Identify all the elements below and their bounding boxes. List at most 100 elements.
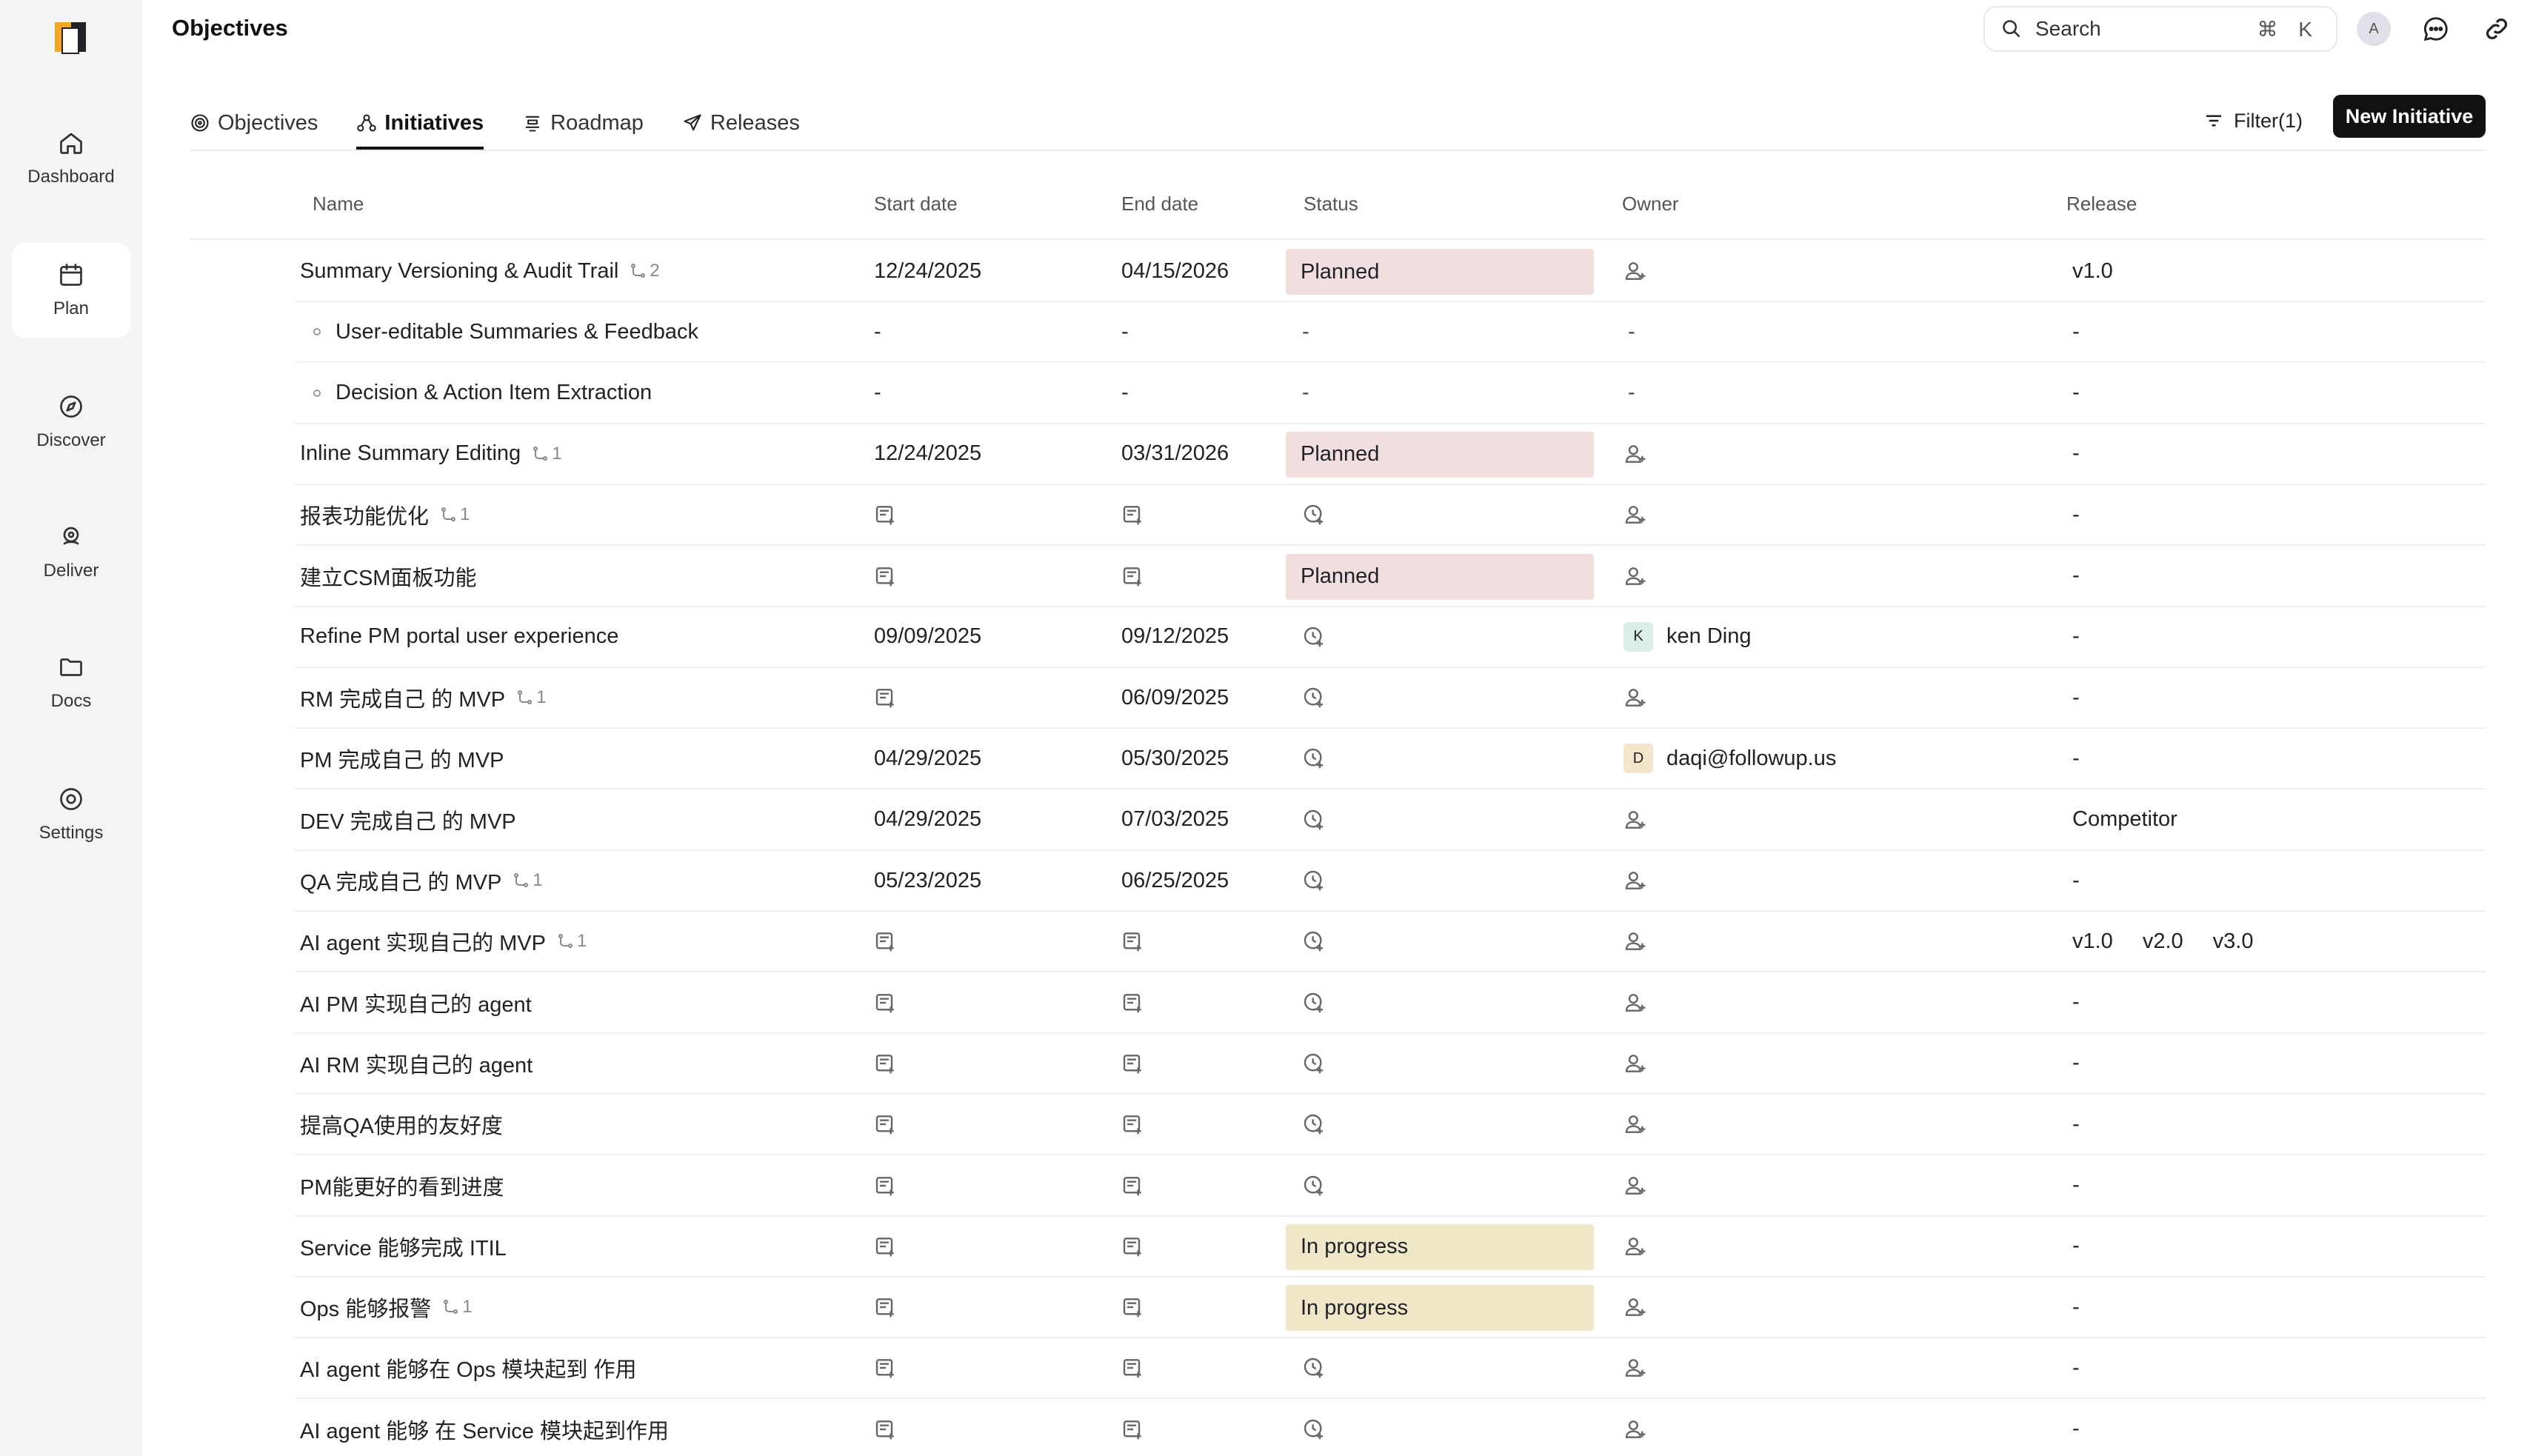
initiative-name[interactable]: Service 能够完成 ITIL: [300, 1231, 507, 1262]
table-row[interactable]: AI PM 实现自己的 agent -: [295, 973, 2486, 1034]
end-date-cell[interactable]: [1121, 1034, 1145, 1093]
add-date-icon[interactable]: [1121, 1112, 1145, 1136]
release-cell[interactable]: -: [2072, 1095, 2109, 1154]
tab-objectives[interactable]: Objectives: [190, 96, 318, 150]
add-date-icon[interactable]: [1121, 564, 1145, 588]
start-date-cell[interactable]: [874, 547, 898, 606]
status-cell[interactable]: -: [1302, 302, 1309, 361]
subitem-count[interactable]: 1: [531, 444, 562, 464]
status-cell[interactable]: [1302, 973, 1326, 1032]
end-date-cell[interactable]: [1121, 485, 1145, 544]
initiative-name[interactable]: 报表功能优化: [300, 499, 429, 530]
end-date-cell[interactable]: [1121, 912, 1145, 971]
table-row[interactable]: 建立CSM面板功能 Planned -: [295, 547, 2486, 607]
table-row[interactable]: 报表功能优化 1 -: [295, 485, 2486, 547]
add-status-icon[interactable]: [1302, 1052, 1326, 1075]
search-box[interactable]: Search ⌘ K: [1983, 6, 2337, 52]
status-cell[interactable]: [1302, 1095, 1326, 1154]
column-header-release[interactable]: Release: [2066, 193, 2137, 216]
start-date-cell[interactable]: [874, 668, 898, 727]
add-status-icon[interactable]: [1302, 1356, 1326, 1380]
add-date-icon[interactable]: [874, 929, 898, 953]
owner-cell[interactable]: [1623, 1338, 1647, 1397]
add-date-icon[interactable]: [874, 686, 898, 709]
start-date-cell[interactable]: 04/29/2025: [874, 790, 981, 849]
end-date-cell[interactable]: [1121, 1338, 1145, 1397]
add-status-icon[interactable]: [1302, 625, 1326, 649]
release-cell[interactable]: -: [2072, 424, 2109, 484]
add-date-icon[interactable]: [874, 1052, 898, 1075]
end-date-cell[interactable]: [1121, 973, 1145, 1032]
add-status-icon[interactable]: [1302, 991, 1326, 1015]
release-cell[interactable]: -: [2072, 1400, 2109, 1456]
end-date-cell[interactable]: -: [1121, 302, 1129, 361]
subitem-count[interactable]: 1: [439, 504, 470, 525]
initiative-name-cell[interactable]: AI PM 实现自己的 agent: [300, 973, 532, 1032]
add-owner-icon[interactable]: [1623, 1295, 1647, 1319]
initiative-name[interactable]: Inline Summary Editing: [300, 441, 521, 466]
end-date-cell[interactable]: 06/25/2025: [1121, 851, 1229, 910]
table-row[interactable]: User-editable Summaries & Feedback - - - - -: [295, 302, 2486, 364]
add-date-icon[interactable]: [1121, 1295, 1145, 1319]
initiative-name[interactable]: AI RM 实现自己的 agent: [300, 1048, 533, 1079]
sidebar-item-settings[interactable]: Settings: [12, 767, 130, 862]
add-owner-icon[interactable]: [1623, 686, 1647, 709]
status-badge[interactable]: Planned: [1286, 553, 1594, 600]
add-date-icon[interactable]: [874, 1235, 898, 1258]
subitem-count[interactable]: 2: [629, 261, 660, 281]
initiative-name[interactable]: PM能更好的看到进度: [300, 1170, 504, 1201]
initiative-name-cell[interactable]: RM 完成自己 的 MVP 1: [300, 668, 546, 727]
status-badge[interactable]: In progress: [1286, 1223, 1594, 1270]
status-cell[interactable]: [1302, 1034, 1326, 1093]
end-date-cell[interactable]: [1121, 1217, 1145, 1276]
end-date-cell[interactable]: 07/03/2025: [1121, 790, 1229, 849]
column-header-end-date[interactable]: End date: [1121, 193, 1198, 216]
end-date-cell[interactable]: [1121, 1095, 1145, 1154]
table-row[interactable]: PM能更好的看到进度 -: [295, 1156, 2486, 1217]
subitem-count[interactable]: 1: [556, 931, 587, 952]
subitem-count[interactable]: 1: [515, 687, 546, 708]
status-cell[interactable]: [1302, 607, 1326, 667]
owner-cell[interactable]: [1623, 1278, 1647, 1337]
add-date-icon[interactable]: [874, 991, 898, 1015]
initiative-name-cell[interactable]: QA 完成自己 的 MVP 1: [300, 851, 543, 910]
table-row[interactable]: AI agent 实现自己的 MVP 1 v1.0 v2.0 v3.0: [295, 912, 2486, 973]
table-row[interactable]: Summary Versioning & Audit Trail 2 12/24/2…: [295, 241, 2486, 302]
table-row[interactable]: AI agent 能够在 Ops 模块起到 作用 -: [295, 1338, 2486, 1400]
add-date-icon[interactable]: [874, 564, 898, 588]
start-date-cell[interactable]: 12/24/2025: [874, 241, 981, 301]
status-cell[interactable]: [1302, 668, 1326, 727]
table-row[interactable]: AI agent 能够 在 Service 模块起到作用 -: [295, 1400, 2486, 1456]
end-date-cell[interactable]: [1121, 547, 1145, 606]
add-status-icon[interactable]: [1302, 1174, 1326, 1198]
initiative-name[interactable]: User-editable Summaries & Feedback: [336, 320, 698, 344]
add-owner-icon[interactable]: [1623, 991, 1647, 1015]
sidebar-item-deliver[interactable]: Deliver: [12, 505, 130, 600]
initiative-name-cell[interactable]: AI agent 能够在 Ops 模块起到 作用: [300, 1338, 636, 1397]
release-cell[interactable]: -: [2072, 1217, 2109, 1276]
release-cell[interactable]: -: [2072, 485, 2109, 544]
status-badge[interactable]: Planned: [1286, 249, 1594, 295]
filter-button[interactable]: Filter(1): [2203, 102, 2303, 139]
initiative-name-cell[interactable]: User-editable Summaries & Feedback: [300, 302, 698, 361]
start-date-cell[interactable]: [874, 1338, 898, 1397]
table-row[interactable]: PM 完成自己 的 MVP 04/29/2025 05/30/2025 Ddaqi@f…: [295, 729, 2486, 790]
end-date-cell[interactable]: [1121, 1278, 1145, 1337]
start-date-cell[interactable]: -: [874, 364, 881, 423]
tab-initiatives[interactable]: Initiatives: [356, 96, 484, 150]
owner-cell[interactable]: [1623, 485, 1647, 544]
initiative-name[interactable]: Summary Versioning & Audit Trail: [300, 259, 618, 284]
owner-cell[interactable]: [1623, 790, 1647, 849]
start-date-cell[interactable]: 05/23/2025: [874, 851, 981, 910]
add-owner-icon[interactable]: [1623, 1052, 1647, 1075]
add-owner-icon[interactable]: [1623, 503, 1647, 527]
add-owner-icon[interactable]: [1623, 1174, 1647, 1198]
table-row[interactable]: Refine PM portal user experience 09/09/20…: [295, 607, 2486, 668]
add-status-icon[interactable]: [1302, 1112, 1326, 1136]
table-row[interactable]: Service 能够完成 ITIL In progress -: [295, 1217, 2486, 1278]
table-row[interactable]: AI RM 实现自己的 agent -: [295, 1034, 2486, 1095]
status-cell[interactable]: [1302, 1338, 1326, 1397]
add-date-icon[interactable]: [1121, 1356, 1145, 1380]
initiative-name-cell[interactable]: Refine PM portal user experience: [300, 607, 618, 667]
status-cell[interactable]: [1302, 912, 1326, 971]
